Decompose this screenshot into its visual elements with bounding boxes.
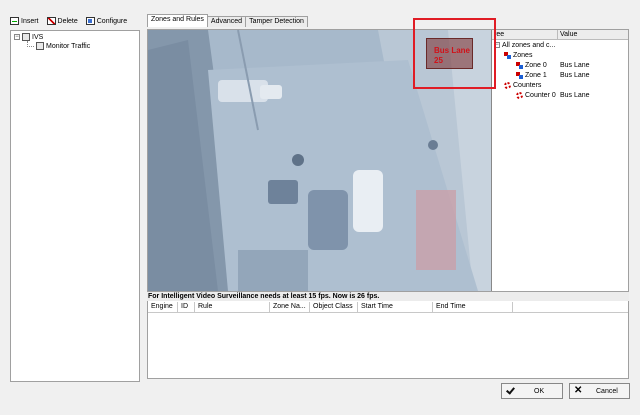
- collapse-icon[interactable]: −: [494, 42, 500, 48]
- cancel-label: Cancel: [596, 387, 618, 395]
- tree-child-label: Monitor Traffic: [46, 42, 91, 50]
- event-table-body[interactable]: [148, 313, 628, 378]
- tree-root-label: IVS: [32, 33, 44, 41]
- ok-button[interactable]: OK: [501, 383, 563, 399]
- grid-row-all-zones[interactable]: − All zones and c...: [492, 40, 628, 50]
- tab-strip: Zones and Rules Advanced Tamper Detectio…: [147, 14, 308, 27]
- column-end-time[interactable]: End Time: [433, 302, 513, 312]
- row-label: Counters: [513, 81, 542, 89]
- event-table-header: Engine ID Rule Zone Na... Object Class S…: [148, 302, 628, 313]
- grid-row-counter-0[interactable]: Counter 0 Bus Lane: [492, 90, 628, 100]
- tree-item-monitor-traffic[interactable]: Monitor Traffic: [27, 41, 91, 50]
- row-label: Counter 0: [525, 91, 556, 99]
- fps-status: For Intelligent Video Surveillance needs…: [147, 291, 629, 301]
- grid-row-zone-1[interactable]: Zone 1 Bus Lane: [492, 70, 628, 80]
- street-scene-image: [148, 30, 491, 291]
- property-grid-header: ree Value: [492, 30, 628, 40]
- configure-label: Configure: [96, 17, 128, 25]
- column-id[interactable]: ID: [178, 302, 195, 312]
- delete-icon: [46, 17, 56, 25]
- tree-root-ivs[interactable]: − IVS: [14, 33, 43, 41]
- header-tree[interactable]: ree: [492, 30, 558, 39]
- delete-label: Delete: [57, 17, 78, 25]
- tab-tamper-detection[interactable]: Tamper Detection: [245, 16, 308, 27]
- configure-button[interactable]: Configure: [85, 17, 128, 25]
- zone-icon: [516, 61, 523, 69]
- close-icon: ✕: [574, 385, 583, 396]
- zone-property-grid: ree Value − All zones and c... Zones Zon…: [492, 30, 628, 291]
- row-label: Zones: [513, 51, 533, 59]
- zone-icon: [516, 71, 523, 79]
- row-label: All zones and c...: [502, 41, 556, 49]
- row-value: Bus Lane: [560, 61, 590, 69]
- collapse-icon[interactable]: −: [14, 34, 20, 40]
- column-object-class[interactable]: Object Class: [310, 302, 358, 312]
- ivs-node-icon: [22, 33, 30, 41]
- delete-button[interactable]: Delete: [46, 17, 78, 25]
- insert-button[interactable]: Insert: [10, 17, 39, 25]
- zone-name-text: Bus Lane: [434, 46, 471, 55]
- insert-label: Insert: [21, 17, 39, 25]
- zones-icon: [504, 51, 511, 59]
- configure-icon: [85, 17, 95, 25]
- column-rule[interactable]: Rule: [195, 302, 270, 312]
- grid-row-zone-0[interactable]: Zone 0 Bus Lane: [492, 60, 628, 70]
- counter-value-text: 25: [434, 56, 443, 65]
- zone-overlay-label: Bus Lane 25: [434, 46, 470, 66]
- video-preview[interactable]: [148, 30, 492, 291]
- header-value[interactable]: Value: [558, 30, 628, 39]
- tab-advanced[interactable]: Advanced: [206, 16, 247, 27]
- rule-node-icon: [36, 42, 44, 50]
- column-start-time[interactable]: Start Time: [358, 302, 433, 312]
- row-value: Bus Lane: [560, 91, 590, 99]
- ok-label: OK: [534, 387, 545, 395]
- check-icon: [506, 386, 516, 396]
- toolbar: Insert Delete Configure: [10, 14, 127, 28]
- grid-row-counters[interactable]: Counters: [492, 80, 628, 90]
- counters-icon: [504, 81, 511, 89]
- counter-icon: [516, 91, 523, 99]
- insert-icon: [10, 17, 19, 25]
- column-zone-name[interactable]: Zone Na...: [270, 302, 310, 312]
- tree-connector: [27, 41, 34, 47]
- ivs-tree: − IVS Monitor Traffic: [10, 30, 140, 382]
- grid-row-zones[interactable]: Zones: [492, 50, 628, 60]
- tab-zones-and-rules[interactable]: Zones and Rules: [147, 14, 208, 27]
- row-value: Bus Lane: [560, 71, 590, 79]
- row-label: Zone 1: [525, 71, 547, 79]
- row-label: Zone 0: [525, 61, 547, 69]
- column-engine[interactable]: Engine: [148, 302, 178, 312]
- cancel-button[interactable]: ✕ Cancel: [569, 383, 630, 399]
